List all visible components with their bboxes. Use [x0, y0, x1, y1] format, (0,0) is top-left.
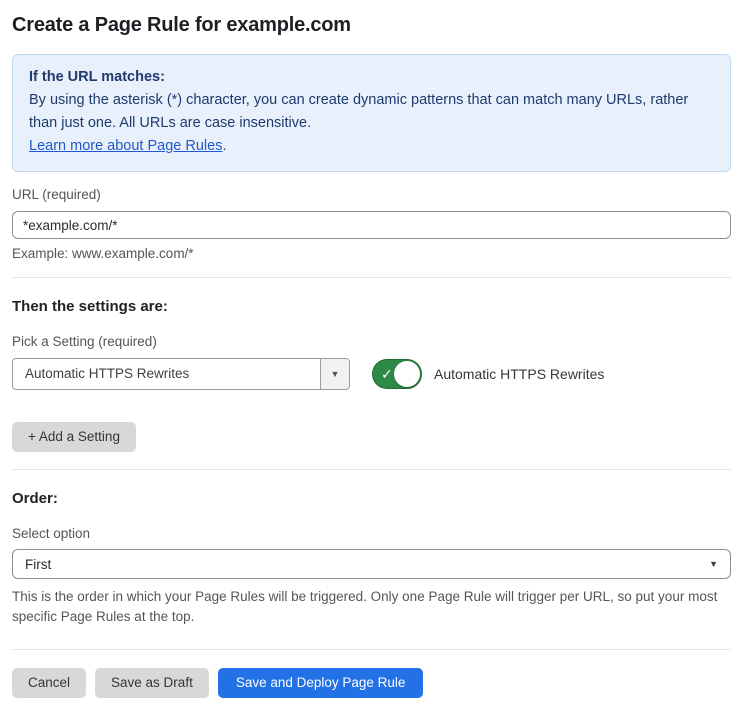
section-divider	[12, 469, 731, 470]
page-title: Create a Page Rule for example.com	[12, 14, 351, 36]
order-select[interactable]: First ▼	[12, 549, 731, 579]
create-page-rule-form: Create a Page Rule for example.com If th…	[0, 14, 743, 713]
save-draft-button[interactable]: Save as Draft	[95, 668, 209, 698]
check-icon: ✓	[381, 366, 393, 382]
setting-dropdown-arrow-button[interactable]: ▼	[320, 359, 349, 389]
section-divider	[12, 649, 731, 650]
url-match-info-box: If the URL matches: By using the asteris…	[12, 54, 731, 172]
save-deploy-button[interactable]: Save and Deploy Page Rule	[217, 668, 424, 698]
url-input[interactable]	[12, 211, 731, 239]
setting-toggle-label: Automatic HTTPS Rewrites	[434, 366, 605, 382]
learn-more-link[interactable]: Learn more about Page Rules	[29, 138, 222, 154]
add-setting-button[interactable]: + Add a Setting	[12, 422, 136, 452]
setting-dropdown-value: Automatic HTTPS Rewrites	[25, 366, 190, 381]
setting-picker-label: Pick a Setting (required)	[12, 334, 157, 349]
url-example-text: Example: www.example.com/*	[12, 246, 194, 261]
footer-actions: Cancel Save as Draft Save and Deploy Pag…	[12, 668, 731, 713]
section-divider	[12, 277, 731, 278]
link-period: .	[222, 138, 227, 154]
order-description: This is the order in which your Page Rul…	[12, 589, 718, 624]
setting-toggle[interactable]: ✓	[372, 359, 422, 389]
order-section-heading: Order:	[12, 490, 58, 507]
info-box-link-row: Learn more about Page Rules.	[29, 135, 714, 158]
url-field-label: URL (required)	[12, 187, 101, 202]
setting-row: Automatic HTTPS Rewrites ▼ ✓ Automatic H…	[12, 358, 731, 390]
settings-section-heading: Then the settings are:	[12, 298, 168, 315]
cancel-button[interactable]: Cancel	[12, 668, 87, 698]
chevron-down-icon: ▼	[709, 559, 718, 569]
info-box-body: By using the asterisk (*) character, you…	[29, 92, 689, 131]
order-select-value: First	[25, 556, 52, 572]
order-select-label: Select option	[12, 526, 91, 541]
setting-dropdown[interactable]: Automatic HTTPS Rewrites ▼	[12, 358, 350, 390]
chevron-down-icon: ▼	[330, 369, 340, 379]
info-box-heading: If the URL matches:	[29, 69, 165, 85]
toggle-knob	[394, 361, 420, 387]
